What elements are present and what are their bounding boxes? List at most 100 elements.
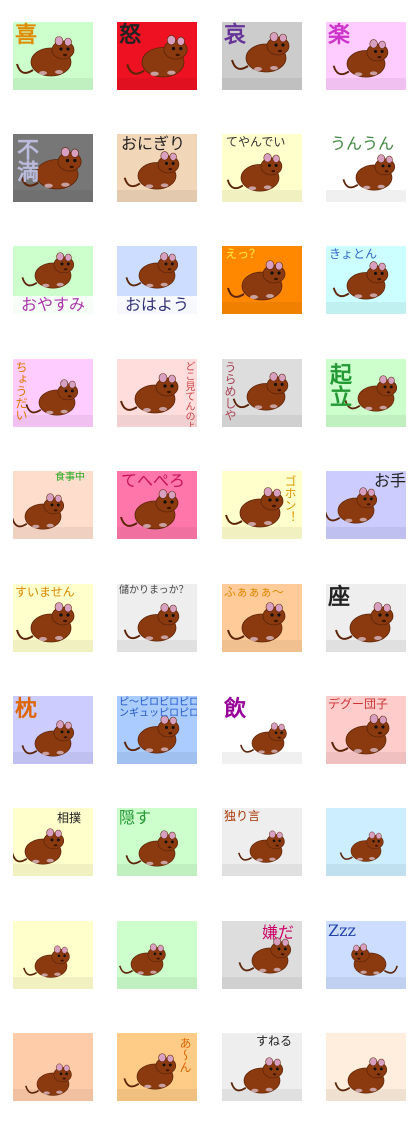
sticker-label: あ〜ん xyxy=(178,1037,192,1073)
sticker-tile[interactable]: Zzz xyxy=(326,921,406,989)
sticker-tile[interactable]: 枕 xyxy=(13,696,93,764)
degu-icon xyxy=(326,487,378,524)
sticker-label: 独り言 xyxy=(224,809,261,823)
sticker-label: 食事中 xyxy=(55,472,85,483)
sticker-tile[interactable]: えっ？ xyxy=(222,246,302,314)
sticker-label: 起立 xyxy=(326,363,352,407)
sticker-label: おやすみ xyxy=(13,296,93,314)
sticker-tile[interactable]: ピ〜ピロピロピロ ンギュッピロピロ xyxy=(117,696,197,764)
sticker-label: デグー団子 xyxy=(328,697,389,711)
sticker-tile[interactable]: すねる xyxy=(222,1033,302,1101)
sticker-tile[interactable] xyxy=(117,921,197,989)
sticker-illustration xyxy=(326,831,406,876)
degu-icon xyxy=(23,945,70,978)
sticker-label: おにぎり xyxy=(121,134,186,153)
sticker-label: ちょうだい xyxy=(14,361,28,421)
degu-icon xyxy=(334,1057,388,1094)
degu-icon xyxy=(120,489,179,530)
degu-icon xyxy=(226,153,283,192)
degu-icon xyxy=(21,720,75,757)
sticker-label: 喜 xyxy=(15,22,38,48)
sticker-label: Zzz xyxy=(328,921,356,940)
sticker-tile[interactable]: 嫌だ xyxy=(222,921,302,989)
sticker-label: きょとん xyxy=(329,247,378,261)
sticker-tile[interactable]: どこ見てんのよ xyxy=(117,359,197,427)
sticker-tile[interactable]: 喜 xyxy=(13,22,93,90)
sticker-tile[interactable]: 不満 xyxy=(13,134,93,202)
sticker-label: えっ？ xyxy=(225,247,262,261)
sticker-tile[interactable]: ゴホン！ xyxy=(222,471,302,539)
sticker-tile[interactable]: 儲かりまっか？ xyxy=(117,584,197,652)
degu-icon xyxy=(238,830,285,863)
sticker-label: お手 xyxy=(374,471,406,490)
sticker-label: ふぁぁぁ〜 xyxy=(224,585,285,599)
sticker-tile[interactable]: 相撲 xyxy=(13,808,93,876)
sticker-tile[interactable] xyxy=(326,808,406,876)
degu-icon xyxy=(123,603,180,642)
sticker-tile[interactable]: てやんでい xyxy=(222,134,302,202)
sticker-tile[interactable]: ちょうだい xyxy=(13,359,93,427)
sticker-tile[interactable] xyxy=(326,1033,406,1101)
sticker-tile[interactable]: 独り言 xyxy=(222,808,302,876)
sticker-tile[interactable]: 起立 xyxy=(326,359,406,427)
sticker-label: 哀 xyxy=(224,22,247,48)
sticker-tile[interactable]: すいません xyxy=(13,584,93,652)
sticker-tile[interactable]: デグー団子 xyxy=(326,696,406,764)
degu-icon xyxy=(344,375,398,412)
sticker-tile[interactable]: 座 xyxy=(326,584,406,652)
sticker-tile[interactable]: あ〜ん xyxy=(117,1033,197,1101)
sticker-illustration xyxy=(13,1063,93,1101)
degu-icon xyxy=(240,722,287,755)
sticker-tile[interactable]: 哀 xyxy=(222,22,302,90)
sticker-label: 相撲 xyxy=(57,811,82,825)
sticker-label: 楽 xyxy=(328,22,351,48)
degu-icon xyxy=(230,1057,284,1094)
degu-icon xyxy=(13,493,65,530)
degu-icon xyxy=(13,828,65,865)
sticker-tile[interactable]: 飲 xyxy=(222,696,302,764)
sticker-illustration xyxy=(117,943,197,989)
degu-icon xyxy=(331,714,390,755)
sticker-label: 座 xyxy=(328,584,351,610)
degu-icon xyxy=(351,943,398,976)
sticker-label: どこ見てんのよ xyxy=(183,361,194,427)
sticker-grid: 喜 怒 哀 楽不満 おにぎり てやんでい うんうんおやすみ おはよう えっ？ きょとんちょうだい ど… xyxy=(0,0,420,1121)
sticker-tile[interactable]: 食事中 xyxy=(13,471,93,539)
sticker-label: おはよう xyxy=(117,296,197,314)
sticker-label: うんうん xyxy=(330,134,395,153)
sticker-illustration xyxy=(13,945,93,989)
sticker-label: 枕 xyxy=(15,696,38,722)
degu-icon xyxy=(125,252,179,289)
degu-icon xyxy=(332,261,389,300)
sticker-tile[interactable]: 怒 xyxy=(117,22,197,90)
sticker-tile[interactable]: おやすみ xyxy=(13,246,93,314)
sticker-label: てへぺろ xyxy=(121,471,186,490)
sticker-tile[interactable]: おにぎり xyxy=(117,134,197,202)
sticker-tile[interactable]: 隠す xyxy=(117,808,197,876)
degu-icon xyxy=(123,151,180,190)
sticker-label: うらめしや xyxy=(223,361,237,421)
degu-icon xyxy=(232,372,289,411)
sticker-tile[interactable]: 楽 xyxy=(326,22,406,90)
sticker-tile[interactable] xyxy=(13,1033,93,1101)
sticker-tile[interactable]: てへぺろ xyxy=(117,471,197,539)
sticker-tile[interactable] xyxy=(13,921,93,989)
sticker-label: 怒 xyxy=(119,22,142,48)
degu-icon xyxy=(339,831,384,862)
degu-icon xyxy=(238,937,292,974)
sticker-label: すいません xyxy=(15,585,75,599)
sticker-tile[interactable]: うらめしや xyxy=(222,359,302,427)
sticker-tile[interactable]: お手 xyxy=(326,471,406,539)
degu-icon xyxy=(123,1053,177,1090)
sticker-tile[interactable]: うんうん xyxy=(326,134,406,202)
sticker-label: 儲かりまっか？ xyxy=(119,585,189,596)
degu-icon xyxy=(342,154,396,191)
sticker-label: 不満 xyxy=(13,138,39,182)
sticker-tile[interactable]: きょとん xyxy=(326,246,406,314)
degu-icon xyxy=(16,602,75,643)
sticker-tile[interactable]: おはよう xyxy=(117,246,197,314)
sticker-label: 隠す xyxy=(119,808,152,827)
sticker-label: 嫌だ xyxy=(262,923,295,942)
sticker-tile[interactable]: ふぁぁぁ〜 xyxy=(222,584,302,652)
sticker-label: ピ〜ピロピロピロ xyxy=(119,697,197,708)
